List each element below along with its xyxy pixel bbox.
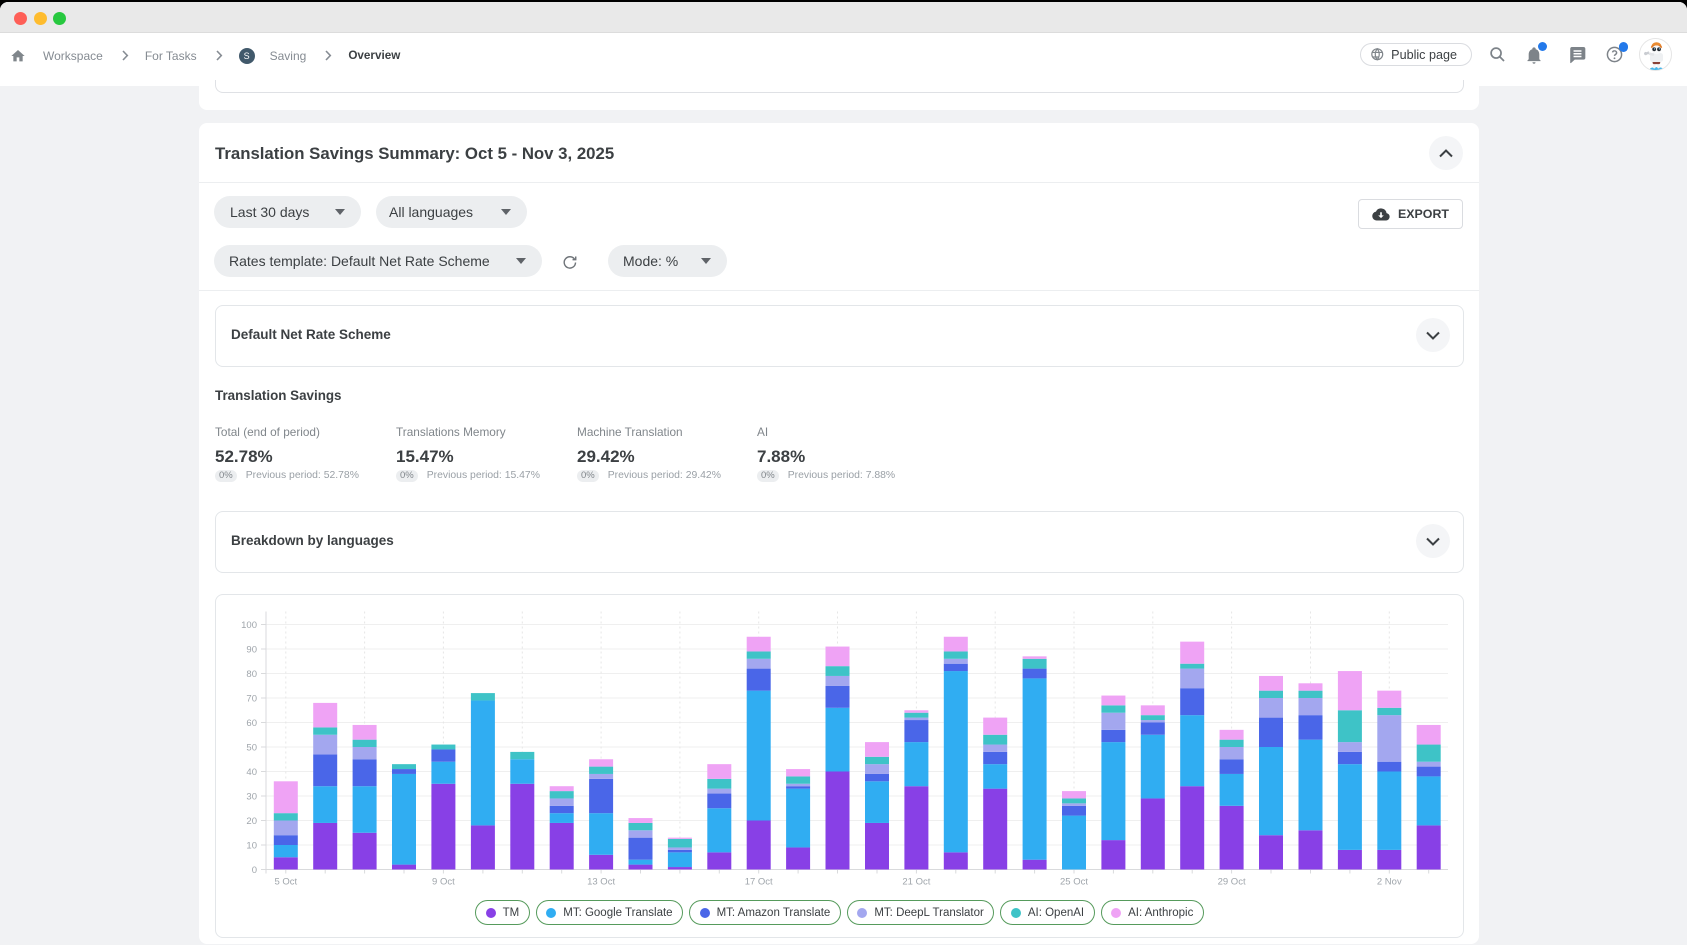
- svg-text:25 Oct: 25 Oct: [1060, 877, 1088, 888]
- svg-text:5 Oct: 5 Oct: [274, 877, 297, 888]
- svg-text:30: 30: [246, 792, 257, 803]
- svg-text:13 Oct: 13 Oct: [587, 877, 615, 888]
- svg-text:29 Oct: 29 Oct: [1218, 877, 1246, 888]
- svg-text:90: 90: [246, 645, 257, 656]
- svg-text:2 Nov: 2 Nov: [1377, 877, 1402, 888]
- svg-text:40: 40: [246, 767, 257, 778]
- svg-text:21 Oct: 21 Oct: [902, 877, 930, 888]
- svg-text:80: 80: [246, 669, 257, 680]
- svg-text:100: 100: [241, 620, 257, 631]
- svg-text:17 Oct: 17 Oct: [745, 877, 773, 888]
- svg-text:10: 10: [246, 841, 257, 852]
- svg-text:50: 50: [246, 743, 257, 754]
- svg-text:60: 60: [246, 718, 257, 729]
- svg-text:9 Oct: 9 Oct: [432, 877, 455, 888]
- svg-text:0: 0: [252, 865, 257, 876]
- svg-text:20: 20: [246, 816, 257, 827]
- svg-text:70: 70: [246, 694, 257, 705]
